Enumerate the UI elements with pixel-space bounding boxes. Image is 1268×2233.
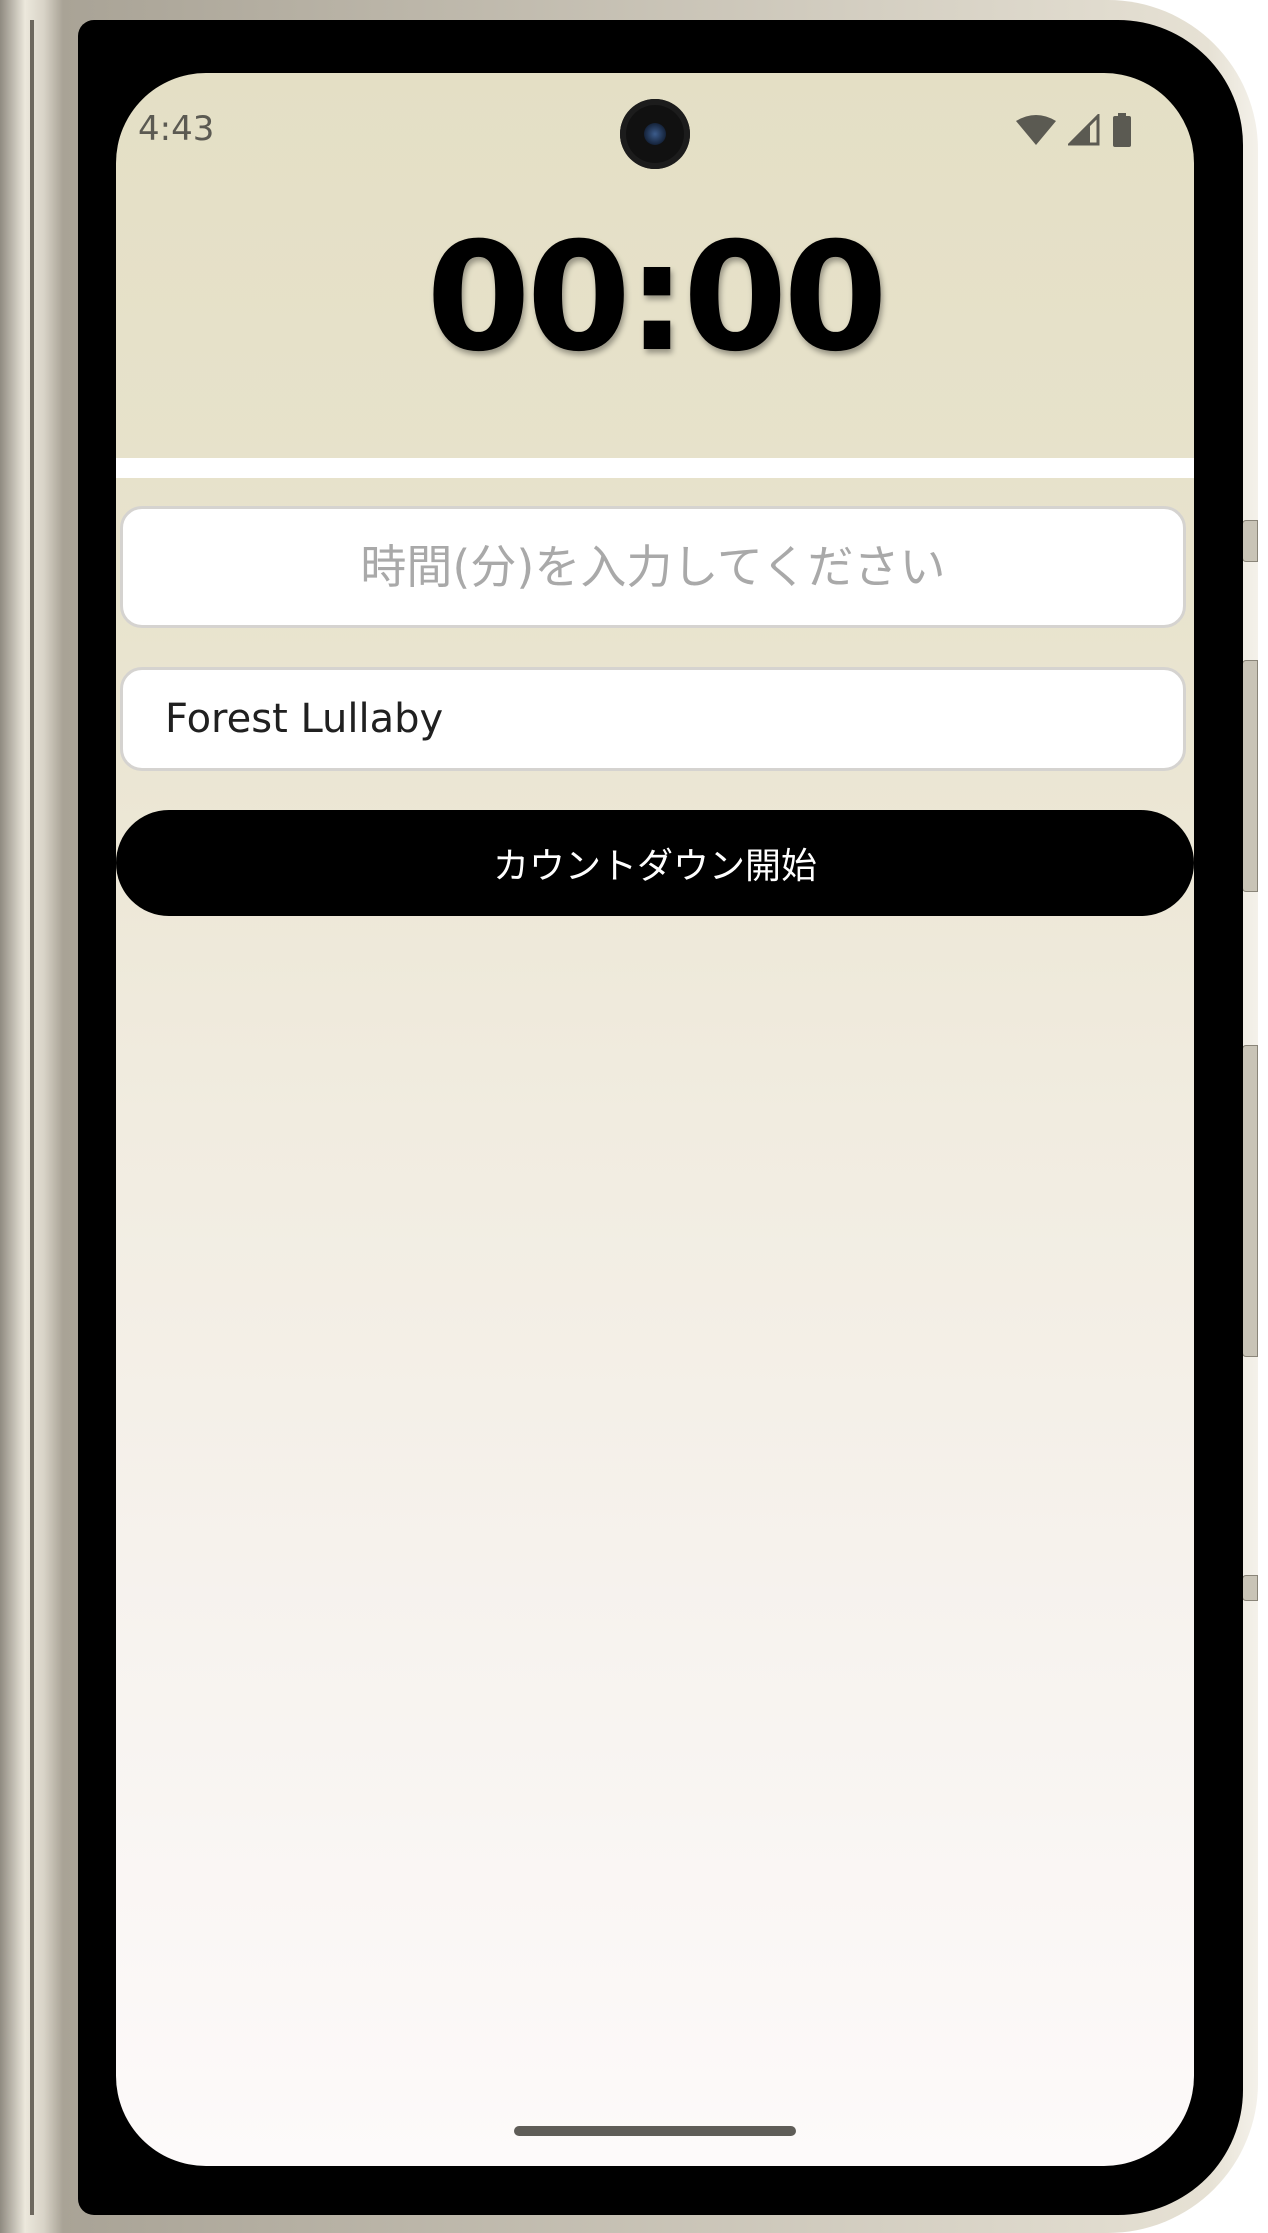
status-bar: 4:43	[116, 73, 1194, 183]
status-time: 4:43	[138, 109, 215, 149]
sound-select[interactable]: Forest Lullaby	[120, 667, 1186, 771]
hinge	[30, 20, 34, 2215]
battery-icon	[1112, 113, 1132, 151]
power-button	[1242, 660, 1258, 892]
side-clip	[1242, 1575, 1258, 1601]
divider	[116, 458, 1194, 478]
wifi-icon	[1016, 115, 1056, 149]
front-camera	[620, 99, 690, 169]
start-countdown-button[interactable]: カウントダウン開始	[116, 810, 1194, 916]
volume-button	[1242, 520, 1258, 562]
phone-frame: 4:43 00:00 時間(分)を入力してください Forest Lullaby…	[0, 0, 1258, 2233]
side-key	[1242, 1045, 1258, 1357]
countdown-display: 00:00	[426, 211, 887, 385]
sound-select-value: Forest Lullaby	[165, 696, 444, 742]
start-countdown-label: カウントダウン開始	[492, 846, 817, 887]
cell-signal-icon	[1066, 112, 1100, 150]
app-screen: 4:43 00:00 時間(分)を入力してください Forest Lullaby…	[116, 73, 1194, 2166]
status-icons	[1016, 112, 1132, 151]
home-indicator[interactable]	[514, 2126, 796, 2136]
minutes-input[interactable]	[120, 506, 1186, 628]
